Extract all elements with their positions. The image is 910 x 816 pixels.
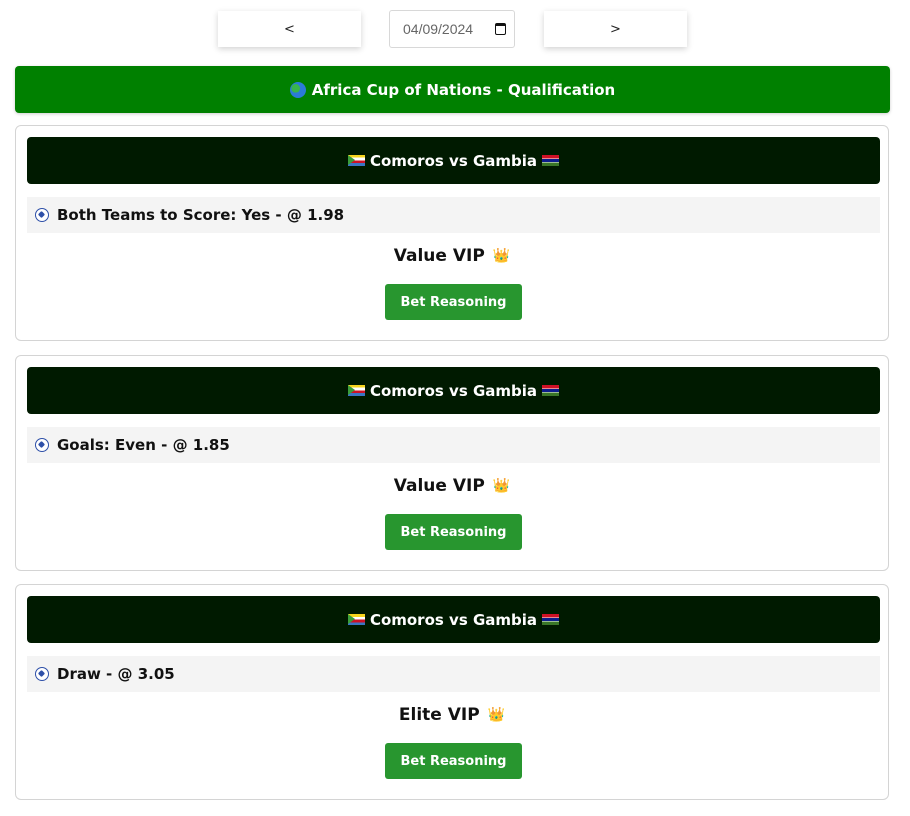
- soccer-ball-icon: [35, 667, 49, 681]
- league-title: Africa Cup of Nations - Qualification: [311, 80, 616, 99]
- vip-tier: Value VIP 👑: [16, 243, 888, 269]
- vip-tier: Value VIP 👑: [16, 473, 888, 499]
- comoros-flag-icon: [347, 614, 365, 625]
- tip-row: Goals: Even - @ 1.85: [27, 427, 880, 463]
- tip-text: Goals: Even - @ 1.85: [57, 436, 230, 454]
- soccer-ball-icon: [35, 208, 49, 222]
- match-title: Comoros vs Gambia: [369, 151, 538, 170]
- crown-icon: 👑: [487, 707, 506, 723]
- match-header: Comoros vs Gambia: [27, 367, 880, 414]
- vip-tier-label: Elite VIP: [398, 705, 480, 725]
- tip-row: Both Teams to Score: Yes - @ 1.98: [27, 197, 880, 233]
- date-value: 04/09/2024: [403, 21, 474, 37]
- match-header: Comoros vs Gambia: [27, 596, 880, 643]
- match-title: Comoros vs Gambia: [369, 610, 538, 629]
- match-title: Comoros vs Gambia: [369, 381, 538, 400]
- tip-card: Comoros vs Gambia Goals: Even - @ 1.85 V…: [15, 355, 889, 571]
- gambia-flag-icon: [542, 155, 560, 166]
- comoros-flag-icon: [347, 155, 365, 166]
- comoros-flag-icon: [347, 385, 365, 396]
- gambia-flag-icon: [542, 385, 560, 396]
- soccer-ball-icon: [35, 438, 49, 452]
- next-day-button[interactable]: >: [544, 11, 687, 47]
- tip-text: Both Teams to Score: Yes - @ 1.98: [57, 206, 345, 224]
- vip-tier-label: Value VIP: [393, 246, 485, 266]
- gambia-flag-icon: [542, 614, 560, 625]
- bet-reasoning-button[interactable]: Bet Reasoning: [385, 284, 522, 320]
- bet-reasoning-button[interactable]: Bet Reasoning: [385, 743, 522, 779]
- tip-text: Draw - @ 3.05: [57, 665, 175, 683]
- crown-icon: 👑: [492, 478, 511, 494]
- previous-day-button[interactable]: <: [218, 11, 361, 47]
- crown-icon: 👑: [492, 248, 511, 264]
- tip-row: Draw - @ 3.05: [27, 656, 880, 692]
- vip-tier-label: Value VIP: [393, 476, 485, 496]
- globe-icon: [289, 81, 306, 98]
- date-input[interactable]: 04/09/2024: [389, 10, 515, 48]
- match-header: Comoros vs Gambia: [27, 137, 880, 184]
- tip-card: Comoros vs Gambia Both Teams to Score: Y…: [15, 125, 889, 341]
- league-header: Africa Cup of Nations - Qualification: [15, 66, 890, 113]
- date-navigation: < 04/09/2024 >: [0, 0, 910, 66]
- vip-tier: Elite VIP 👑: [16, 702, 888, 728]
- calendar-icon[interactable]: [495, 23, 506, 35]
- bet-reasoning-button[interactable]: Bet Reasoning: [385, 514, 522, 550]
- tip-card: Comoros vs Gambia Draw - @ 3.05 Elite VI…: [15, 584, 889, 800]
